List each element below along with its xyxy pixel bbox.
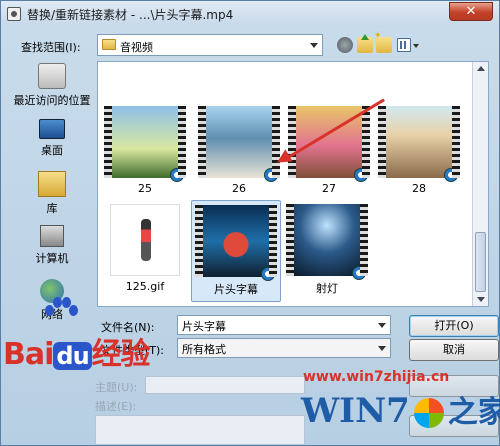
description-input [95, 415, 305, 445]
win7-home-text: 之家 [447, 395, 500, 430]
win7-logo-watermark: WIN7 之家 [301, 387, 500, 431]
place-computer[interactable]: 计算机 [9, 225, 95, 266]
file-label: 125.gif [125, 280, 165, 293]
media-badge-icon [170, 168, 184, 182]
lookin-dropdown[interactable]: 音视频 [97, 34, 323, 56]
place-label: 最近访问的位置 [13, 94, 91, 107]
file-item[interactable]: 射灯 [282, 200, 372, 296]
video-thumbnail [198, 106, 280, 182]
gif-thumbnail [110, 204, 180, 276]
vertical-scrollbar[interactable] [472, 62, 488, 306]
file-label: 27 [322, 182, 336, 195]
dialog-window: 替换/重新链接素材 - ...\片头字幕.mp4 ✕ 查找范围(I): 音视频 … [0, 0, 500, 446]
filetype-select[interactable]: 所有格式 [177, 338, 391, 358]
video-thumbnail [104, 106, 186, 182]
file-label: 射灯 [316, 282, 338, 295]
place-label: 库 [46, 202, 58, 215]
media-badge-icon [444, 168, 458, 182]
media-badge-icon [264, 168, 278, 182]
chevron-down-icon[interactable] [378, 323, 386, 328]
lookin-value: 音视频 [120, 41, 153, 54]
description-label: 描述(E): [95, 400, 137, 413]
places-bar: 最近访问的位置 桌面 库 计算机 网络 [9, 61, 95, 331]
folder-icon [102, 39, 116, 50]
new-folder-icon[interactable] [374, 31, 392, 53]
filename-input[interactable]: 片头字幕 [177, 315, 391, 335]
window-title: 替换/重新链接素材 - ...\片头字幕.mp4 [27, 8, 234, 22]
video-thumbnail [195, 205, 277, 281]
place-label: 桌面 [41, 144, 63, 157]
place-label: 计算机 [35, 252, 69, 265]
baidu-text-du: du [53, 342, 92, 370]
file-item-selected[interactable]: 片头字幕 [191, 200, 281, 302]
win7-text: WIN7 [301, 391, 410, 431]
baidu-watermark: Bai du 经验 [3, 329, 151, 373]
scroll-up-icon[interactable] [477, 66, 485, 71]
media-badge-icon [352, 266, 366, 280]
file-item[interactable]: 25 [100, 102, 190, 195]
computer-icon [40, 225, 64, 247]
file-label: 25 [138, 182, 152, 195]
video-thumbnail [286, 204, 368, 280]
desktop-icon [39, 119, 65, 139]
place-recent[interactable]: 最近访问的位置 [9, 63, 95, 108]
title-bar: 替换/重新链接素材 - ...\片头字幕.mp4 ✕ [1, 1, 499, 27]
app-icon [7, 7, 21, 21]
scroll-thumb[interactable] [475, 232, 486, 292]
file-item[interactable]: 28 [374, 102, 464, 195]
filetype-value: 所有格式 [182, 343, 226, 356]
open-button[interactable]: 打开(O) [409, 315, 499, 337]
place-desktop[interactable]: 桌面 [9, 119, 95, 158]
file-label: 28 [412, 182, 426, 195]
baidu-text-b: 经验 [91, 337, 151, 372]
media-badge-icon [354, 168, 368, 182]
baidu-text-a: Bai [3, 337, 54, 372]
subject-input [145, 376, 305, 394]
view-dropdown-arrow-icon[interactable] [413, 44, 419, 48]
win7-url-watermark: www.win7zhijia.cn [303, 369, 450, 385]
file-item[interactable]: 26 [194, 102, 284, 195]
chevron-down-icon[interactable] [378, 346, 386, 351]
file-item[interactable]: 125.gif [100, 200, 190, 293]
video-thumbnail [378, 106, 460, 182]
place-library[interactable]: 库 [9, 171, 95, 216]
up-folder-icon[interactable] [357, 34, 373, 53]
file-label: 片头字幕 [214, 283, 258, 296]
windows-flag-icon [413, 398, 444, 428]
cancel-button[interactable]: 取消 [409, 339, 499, 361]
filename-value: 片头字幕 [182, 320, 226, 333]
library-icon [38, 171, 66, 197]
view-menu-icon[interactable] [397, 38, 411, 52]
file-list[interactable]: 25 26 27 28 125.gif 片头字幕 射灯 [97, 61, 489, 307]
back-icon[interactable] [337, 37, 353, 53]
baidu-paw-logo [41, 297, 78, 331]
media-badge-icon [261, 267, 275, 281]
lookin-label: 查找范围(I): [21, 41, 81, 54]
subject-label: 主题(U): [95, 381, 138, 394]
close-button[interactable]: ✕ [449, 2, 493, 21]
chevron-down-icon [310, 43, 318, 48]
dancer-figure [141, 219, 151, 261]
recent-places-icon [38, 63, 66, 89]
file-label: 26 [232, 182, 246, 195]
scroll-down-icon[interactable] [477, 297, 485, 302]
